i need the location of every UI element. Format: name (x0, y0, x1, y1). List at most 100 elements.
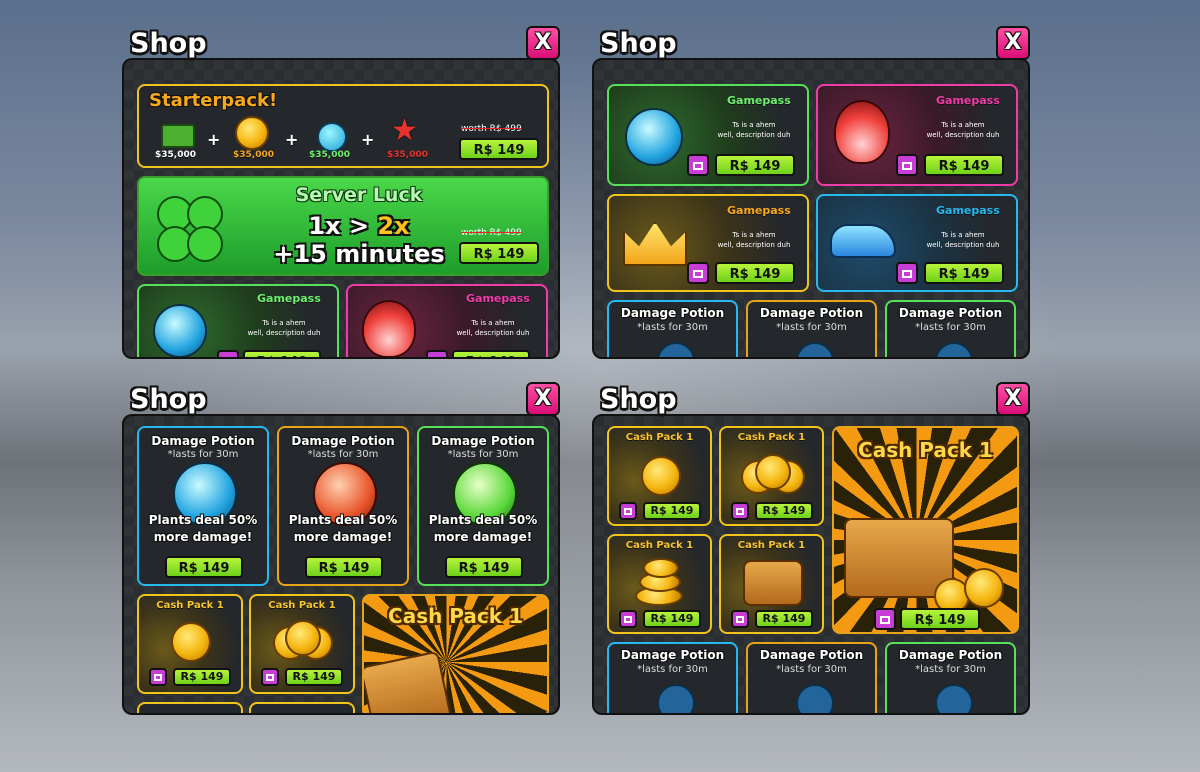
starter-buy-button[interactable]: R$ 149 (459, 138, 539, 160)
buy-button[interactable]: R$ 149 (715, 154, 795, 176)
close-button[interactable]: X (996, 382, 1030, 416)
buy-button[interactable]: R$ 149 (165, 556, 243, 578)
buy-button[interactable]: R$ 149 (305, 556, 383, 578)
damage-potion-name: Damage Potion (759, 648, 864, 662)
gift-icon[interactable] (426, 350, 448, 357)
damage-potion-card[interactable]: Damage Potion *lasts for 30m (607, 300, 738, 357)
server-luck-title: Server Luck (295, 184, 423, 206)
close-button[interactable]: X (526, 382, 560, 416)
clover-icon (153, 192, 225, 264)
gift-icon[interactable] (619, 610, 637, 628)
gamepass-label: Gamepass (727, 204, 791, 217)
gamepass-label: Gamepass (466, 292, 530, 305)
damage-potion-card[interactable]: Damage Potion *lasts for 30m (607, 642, 738, 713)
gift-icon[interactable] (217, 350, 239, 357)
cash-pack-card[interactable] (249, 702, 355, 713)
buy-button[interactable]: R$ 149 (643, 610, 701, 628)
shop-title: Shop (130, 384, 207, 415)
luck-buy-button[interactable]: R$ 149 (459, 242, 539, 264)
buy-button[interactable]: R$ 149 (924, 262, 1004, 284)
cash-pack-large-card[interactable]: Cash Pack 1 (362, 594, 549, 713)
gift-icon[interactable] (687, 262, 709, 284)
damage-potion-card[interactable]: Damage Potion *lasts for 30m (885, 300, 1016, 357)
buy-button[interactable]: R$ 149 (285, 668, 343, 686)
cash-pack-name: Cash Pack 1 (737, 540, 806, 551)
gift-icon[interactable] (731, 502, 749, 520)
shop-title: Shop (600, 28, 677, 59)
coin-stack-icon (643, 558, 679, 578)
shoe-icon (830, 224, 896, 258)
close-button[interactable]: X (526, 26, 560, 60)
potion-icon (625, 108, 683, 166)
potion-icon (796, 684, 834, 713)
damage-potion-card[interactable]: Damage Potion *lasts for 30m (885, 642, 1016, 713)
shop-panel-cash: Shop X Cash Pack 1 R$ 149 Cash Pack 1 R$… (592, 382, 1030, 715)
plus-icon: + (207, 130, 221, 149)
damage-potion-card[interactable]: Damage Potion *lasts for 30m (746, 300, 877, 357)
gift-icon[interactable] (896, 262, 918, 284)
damage-potion-duration: *lasts for 30m (776, 664, 847, 675)
cash-pack-card[interactable]: Cash Pack 1 R$ 149 (137, 594, 243, 694)
gift-icon[interactable] (149, 668, 167, 686)
starter-item-cash: $35,000 (155, 150, 196, 160)
damage-potion-card[interactable]: Damage Potion *lasts for 30m Plants deal… (277, 426, 409, 586)
gamepass-card[interactable]: Gamepass Ts is a ahem well, description d… (607, 84, 809, 186)
buy-button[interactable]: R$ 149 (643, 502, 701, 520)
shop-frame: Starterpack! $35,000 + $35,000 + $35,000… (122, 58, 560, 359)
gamepass-card[interactable]: Gamepass Ts is a ahem well, description d… (137, 284, 339, 357)
gamepass-desc: Ts is a ahem well, description duh (926, 231, 1000, 249)
cash-pack-name: Cash Pack 1 (156, 600, 224, 611)
cash-pack-large-card[interactable]: Cash Pack 1 R$ 149 (832, 426, 1019, 634)
gamepass-desc: Ts is a ahem well, description duh (247, 319, 321, 337)
buy-button[interactable]: R$ 149 (900, 608, 980, 630)
buy-button[interactable]: R$ 149 (452, 350, 530, 357)
buy-button[interactable]: R$ 149 (173, 668, 231, 686)
cash-pack-card[interactable] (137, 702, 243, 713)
potion-icon (153, 304, 207, 357)
gamepass-card[interactable]: Gamepass Ts is a ahem well, description d… (346, 284, 548, 357)
damage-potion-name: Damage Potion (898, 306, 1003, 320)
gift-icon[interactable] (731, 610, 749, 628)
damage-potion-duration: *lasts for 30m (915, 322, 986, 333)
gamepass-label: Gamepass (936, 204, 1000, 217)
gift-icon[interactable] (619, 502, 637, 520)
gift-icon[interactable] (896, 154, 918, 176)
buy-button[interactable]: R$ 149 (243, 350, 321, 357)
luck-duration: +15 minutes (273, 240, 445, 268)
damage-potion-card[interactable]: Damage Potion *lasts for 30m (746, 642, 877, 713)
gamepass-card[interactable]: Gamepass Ts is a ahem well, description d… (816, 194, 1018, 292)
starter-item-star: $35,000 (387, 150, 428, 160)
buy-button[interactable]: R$ 149 (755, 502, 813, 520)
gamepass-card[interactable]: Gamepass Ts is a ahem well, description d… (607, 194, 809, 292)
damage-potion-name: Damage Potion (759, 306, 864, 320)
cash-pack-name: Cash Pack 1 (858, 438, 993, 462)
gamepass-card[interactable]: Gamepass Ts is a ahem well, description d… (816, 84, 1018, 186)
damage-potion-card[interactable]: Damage Potion *lasts for 30m Plants deal… (137, 426, 269, 586)
gamepass-label: Gamepass (257, 292, 321, 305)
starterpack-card[interactable]: Starterpack! $35,000 + $35,000 + $35,000… (137, 84, 549, 168)
close-button[interactable]: X (996, 26, 1030, 60)
gamepass-desc: Ts is a ahem well, description duh (717, 231, 791, 249)
buy-button[interactable]: R$ 149 (755, 610, 813, 628)
coin-icon (755, 454, 791, 490)
gift-icon[interactable] (874, 608, 896, 630)
plus-icon: + (361, 130, 375, 149)
cash-pack-card[interactable]: Cash Pack 1 R$ 149 (719, 534, 824, 634)
cash-pack-card[interactable]: Cash Pack 1 R$ 149 (249, 594, 355, 694)
potion-icon (935, 342, 973, 357)
gift-icon[interactable] (687, 154, 709, 176)
server-luck-card[interactable]: Server Luck 1x > 2x +15 minutes worth R$… (137, 176, 549, 276)
buy-button[interactable]: R$ 149 (715, 262, 795, 284)
buy-button[interactable]: R$ 149 (924, 154, 1004, 176)
cash-pack-card[interactable]: Cash Pack 1 R$ 149 (607, 534, 712, 634)
damage-potion-card[interactable]: Damage Potion *lasts for 30m Plants deal… (417, 426, 549, 586)
damage-potion-duration: *lasts for 30m (167, 449, 239, 460)
star-icon: ★ (391, 113, 418, 148)
cash-pack-name: Cash Pack 1 (625, 432, 694, 443)
potion-icon (317, 122, 347, 152)
cash-pack-card[interactable]: Cash Pack 1 R$ 149 (607, 426, 712, 526)
buy-button[interactable]: R$ 149 (445, 556, 523, 578)
cash-pack-name: Cash Pack 1 (625, 540, 694, 551)
gift-icon[interactable] (261, 668, 279, 686)
cash-pack-card[interactable]: Cash Pack 1 R$ 149 (719, 426, 824, 526)
